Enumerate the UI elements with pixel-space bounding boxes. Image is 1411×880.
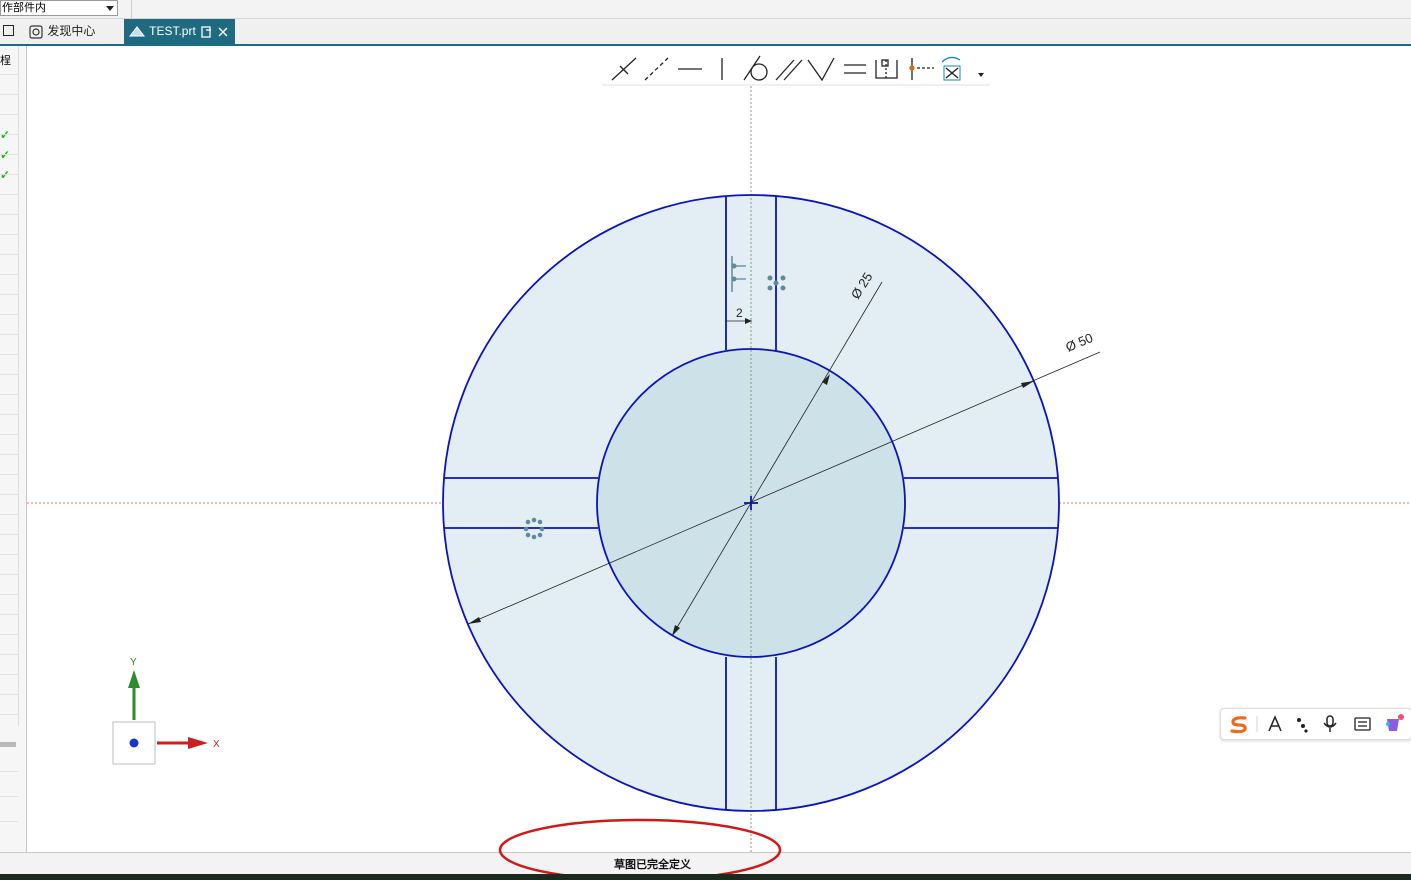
triad-y-label: Y	[130, 657, 137, 668]
tree-row[interactable]	[0, 214, 18, 215]
window-restore-icon[interactable]	[3, 25, 14, 36]
check-icon: ✓	[0, 168, 11, 182]
slot-width-label[interactable]: 2	[736, 306, 743, 320]
tree-row[interactable]	[0, 574, 18, 575]
tab-label: 发现中心	[47, 24, 96, 38]
ime-logo-icon[interactable]	[1230, 716, 1247, 734]
tree-row[interactable]	[0, 796, 18, 797]
tree-row[interactable]	[0, 694, 18, 695]
tree-row[interactable]	[0, 194, 18, 195]
tree-row[interactable]	[0, 134, 18, 135]
tree-row[interactable]	[0, 514, 18, 515]
tree-row[interactable]	[0, 534, 18, 535]
sketch-constraint-toolbar	[602, 55, 990, 86]
constraint-parallel-icon[interactable]	[775, 59, 803, 81]
tree-row[interactable]	[0, 414, 18, 415]
coordinate-triad: Y X	[112, 657, 220, 765]
tree-row[interactable]	[0, 454, 18, 455]
tree-row[interactable]	[0, 434, 18, 435]
triad-x-arrow	[188, 737, 208, 749]
triad-y-arrow	[128, 670, 140, 688]
tab-label: TEST.prt	[149, 24, 196, 38]
tree-row[interactable]	[0, 174, 18, 175]
constraint-coincident-icon[interactable]	[611, 57, 637, 81]
tree-row[interactable]	[0, 354, 18, 355]
tree-row[interactable]	[0, 274, 18, 275]
ime-font-icon[interactable]	[1268, 715, 1282, 732]
tree-row[interactable]	[0, 594, 18, 595]
tree-row[interactable]	[0, 394, 18, 395]
constraint-midpoint-icon[interactable]	[875, 59, 898, 79]
tree-row[interactable]	[0, 821, 18, 822]
constraint-equal-length-icon[interactable]	[844, 64, 866, 74]
triad-origin-point	[129, 738, 139, 748]
tree-row[interactable]	[0, 74, 18, 75]
tree-row[interactable]	[0, 114, 18, 115]
tab-test-prt[interactable]: TEST.prt	[124, 19, 235, 44]
ime-punctuation-icon[interactable]	[1297, 718, 1308, 733]
constraint-point-on-curve-icon[interactable]	[644, 57, 669, 81]
scope-dropdown[interactable]: 作部件内	[0, 0, 118, 16]
modified-icon	[201, 26, 212, 38]
tree-row[interactable]	[0, 674, 18, 675]
top-toolbar: 作部件内	[0, 0, 1411, 19]
ime-toolbar	[1220, 708, 1411, 740]
navigator-panel: 桯 ✓ ✓ ✓	[0, 46, 27, 852]
tree-row[interactable]	[0, 494, 18, 495]
tree-row[interactable]	[0, 294, 18, 295]
tree-row[interactable]	[0, 154, 18, 155]
part-file-icon	[128, 26, 146, 37]
tree-row[interactable]	[0, 554, 18, 555]
toolbar-more-icon[interactable]	[978, 73, 984, 77]
constraint-tangent-icon[interactable]	[743, 55, 768, 81]
constraint-perpendicular-icon[interactable]	[807, 57, 835, 82]
panel-divider	[18, 46, 19, 726]
tree-row[interactable]	[0, 771, 18, 772]
chevron-down-icon	[106, 6, 114, 11]
discovery-icon	[29, 25, 43, 39]
tree-row[interactable]	[0, 654, 18, 655]
ime-keyboard-icon[interactable]	[1354, 717, 1371, 731]
check-icon: ✓	[0, 148, 11, 162]
tree-row[interactable]	[0, 374, 18, 375]
tree-row[interactable]	[0, 634, 18, 635]
panel-scrollbar[interactable]	[0, 742, 16, 747]
close-icon[interactable]	[217, 26, 229, 38]
tree-row[interactable]	[0, 254, 18, 255]
annotation-ellipse	[498, 818, 782, 880]
tree-row[interactable]	[0, 614, 18, 615]
tree-row[interactable]	[0, 234, 18, 235]
outer-diameter-label[interactable]: Ø 50	[1063, 330, 1095, 355]
scope-dropdown-value: 作部件内	[2, 2, 46, 14]
constraint-point-icon[interactable]	[909, 58, 934, 80]
tree-row[interactable]	[0, 94, 18, 95]
check-icon: ✓	[0, 128, 11, 142]
ime-microphone-icon[interactable]	[1323, 715, 1337, 732]
ime-skin-icon[interactable]	[1386, 714, 1404, 731]
tree-row[interactable]	[0, 714, 18, 715]
toolbar-divider	[131, 0, 132, 18]
constraint-symmetric-icon[interactable]	[941, 56, 961, 81]
tree-row[interactable]	[0, 474, 18, 475]
tree-row[interactable]	[0, 314, 18, 315]
tab-discovery-center[interactable]: 发现中心	[28, 19, 122, 44]
panel-label: 桯	[0, 55, 11, 67]
graphics-canvas[interactable]: Ø 50 Ø 25 2 Y X	[27, 46, 1411, 852]
tree-row[interactable]	[0, 334, 18, 335]
tab-bar: 发现中心 TEST.prt	[0, 19, 1411, 46]
triad-x-label: X	[213, 739, 220, 750]
taskbar-strip	[0, 874, 1411, 880]
